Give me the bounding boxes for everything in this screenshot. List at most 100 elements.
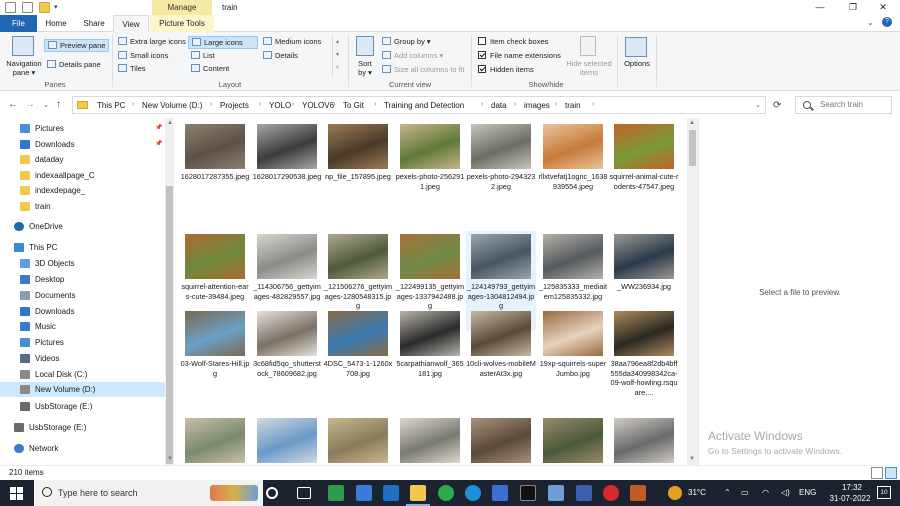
- breadcrumb-item[interactable]: This PC: [97, 101, 125, 110]
- help-icon[interactable]: ?: [882, 17, 892, 27]
- nav-item[interactable]: OneDrive: [0, 219, 165, 234]
- breadcrumb-chevron-icon[interactable]: ›: [374, 101, 376, 108]
- vscode-app-icon[interactable]: [492, 485, 508, 501]
- small-icons-button[interactable]: Small icons: [118, 51, 168, 60]
- temperature-text[interactable]: 31°C: [688, 488, 706, 497]
- breadcrumb-chevron-icon[interactable]: ›: [292, 101, 294, 108]
- photos-app-icon[interactable]: [548, 485, 564, 501]
- options-icon[interactable]: [625, 37, 647, 57]
- group-by-button[interactable]: Group by ▾: [382, 37, 431, 46]
- nav-item[interactable]: UsbStorage (E:): [0, 420, 165, 435]
- file-tile[interactable]: rllxtvefatj1ognc_1638939554.jpeg: [538, 121, 608, 221]
- file-tile[interactable]: [395, 415, 465, 465]
- file-tile[interactable]: [609, 415, 679, 465]
- nav-item[interactable]: Pictures 📌: [0, 121, 165, 136]
- nav-item[interactable]: Documents: [0, 288, 165, 303]
- quick-access-chevron-icon[interactable]: ▾: [54, 3, 58, 11]
- file-tile[interactable]: pexels-photo-2562911.jpeg: [395, 121, 465, 221]
- medium-icons-button[interactable]: Medium icons: [263, 37, 321, 46]
- task-view-icon[interactable]: [266, 487, 278, 499]
- breadcrumb-item[interactable]: Training and Detection: [384, 101, 464, 110]
- notification-count-badge[interactable]: 10: [877, 486, 891, 499]
- scroll-down-icon[interactable]: ▼: [689, 456, 695, 462]
- nav-item[interactable]: Desktop: [0, 272, 165, 287]
- large-icons-view-toggle-icon[interactable]: [885, 467, 897, 479]
- scroll-up-icon[interactable]: ▲: [689, 120, 695, 126]
- sheets-app-icon[interactable]: [328, 485, 344, 501]
- breadcrumb-item[interactable]: To Git: [343, 101, 364, 110]
- breadcrumb-item[interactable]: train: [565, 101, 581, 110]
- file-tile[interactable]: 38aa796ea8f2db4bff555da340998342ca-09-wo…: [609, 308, 679, 408]
- wifi-icon[interactable]: ◠: [762, 488, 769, 497]
- maximize-button[interactable]: ❐: [838, 0, 868, 15]
- breadcrumb-item[interactable]: data: [491, 101, 507, 110]
- details-view-toggle-icon[interactable]: [871, 467, 883, 479]
- tray-chevron-icon[interactable]: ⌃: [724, 488, 731, 497]
- file-tile[interactable]: 1628017290538.jpeg: [252, 121, 322, 221]
- explorer-photos-app-icon[interactable]: [356, 485, 372, 501]
- file-name-extensions-checkbox[interactable]: [478, 51, 486, 59]
- tiles-button[interactable]: Tiles: [118, 64, 146, 73]
- mail-app-icon[interactable]: [383, 485, 399, 501]
- tab-share[interactable]: Share: [75, 15, 113, 32]
- nav-item[interactable]: 3D Objects: [0, 256, 165, 271]
- nav-item[interactable]: Videos: [0, 351, 165, 366]
- volume-icon[interactable]: ◁): [781, 488, 790, 497]
- breadcrumb-chevron-icon[interactable]: ›: [333, 101, 335, 108]
- nav-item[interactable]: Downloads: [0, 304, 165, 319]
- search-highlight-icon[interactable]: [210, 485, 258, 501]
- file-tile[interactable]: [180, 415, 250, 465]
- preview-pane-button[interactable]: Preview pane: [44, 39, 110, 52]
- file-tile[interactable]: 19xp-squirrels-superJumbo.jpg: [538, 308, 608, 408]
- address-box[interactable]: This PC › New Volume (D:) › Projects › YOLO › YO…: [72, 96, 766, 114]
- breadcrumb-item[interactable]: YOLO: [269, 101, 291, 110]
- recorder-app-icon[interactable]: [603, 485, 619, 501]
- breadcrumb-chevron-icon[interactable]: ›: [210, 101, 212, 108]
- nav-item[interactable]: New Volume (D:): [0, 382, 165, 397]
- file-tile[interactable]: 10cli-wolves-mobileMasterAt3x.jpg: [466, 308, 536, 408]
- clock-date[interactable]: 31-07-2022: [822, 494, 878, 503]
- weather-icon[interactable]: [668, 486, 682, 500]
- edge-app-icon[interactable]: [465, 485, 481, 501]
- navigation-pane-scrollbar[interactable]: ▲ ▼: [165, 118, 174, 465]
- scroll-up-icon[interactable]: ▲: [167, 120, 173, 126]
- back-arrow-icon[interactable]: ←: [8, 99, 18, 110]
- file-tile[interactable]: squirrel-animal-cute-rodents-47547.jpeg: [609, 121, 679, 221]
- scroll-down-icon[interactable]: ▼: [167, 456, 173, 462]
- add-columns-button[interactable]: Add columns ▾: [382, 51, 443, 60]
- file-tile[interactable]: 03-Wolf-Stares-Hill.jpg: [180, 308, 250, 408]
- address-dropdown-chevron-icon[interactable]: ⌄: [755, 101, 761, 109]
- file-tile[interactable]: pexels-photo-2943232.jpeg: [466, 121, 536, 221]
- options-button[interactable]: Options: [622, 59, 652, 68]
- file-tile[interactable]: [323, 415, 393, 465]
- file-name-extensions-toggle[interactable]: File name extensions: [478, 51, 561, 60]
- layout-gallery-scroll[interactable]: ▴ ▾ ▿: [332, 36, 342, 76]
- manage-context-tab[interactable]: Manage: [152, 0, 212, 15]
- taskbar-search-box[interactable]: Type here to search: [34, 480, 263, 506]
- details-pane-button[interactable]: Details pane: [47, 60, 101, 69]
- tab-home[interactable]: Home: [37, 15, 75, 32]
- file-tile[interactable]: [252, 415, 322, 465]
- new-folder-quick-icon[interactable]: [39, 2, 50, 13]
- nav-item[interactable]: indexdepage_: [0, 183, 165, 198]
- breadcrumb-chevron-icon[interactable]: ›: [592, 101, 594, 108]
- sort-by-button[interactable]: Sort by ▾: [356, 59, 374, 77]
- breadcrumb-chevron-icon[interactable]: ›: [132, 101, 134, 108]
- app-icon[interactable]: [576, 485, 592, 501]
- tab-file[interactable]: File: [0, 15, 37, 32]
- minimize-button[interactable]: —: [805, 0, 835, 15]
- nav-item[interactable]: Pictures: [0, 335, 165, 350]
- breadcrumb-item[interactable]: images: [524, 101, 550, 110]
- nav-item[interactable]: This PC: [0, 240, 165, 255]
- nav-item[interactable]: UsbStorage (E:): [0, 399, 165, 414]
- breadcrumb-item[interactable]: Projects: [220, 101, 249, 110]
- file-tile[interactable]: 1628017287355.jpeg: [180, 121, 250, 221]
- hide-selected-items-button[interactable]: Hide selected items: [564, 59, 614, 77]
- breadcrumb-item[interactable]: YOLOV6: [302, 101, 334, 110]
- file-tile[interactable]: 3c68fid5qo_shutterstock_78609682.jpg: [252, 308, 322, 408]
- item-check-boxes-checkbox[interactable]: [478, 37, 486, 45]
- nav-item[interactable]: train: [0, 199, 165, 214]
- extra-large-icons-button[interactable]: Extra large icons: [118, 37, 186, 46]
- breadcrumb-chevron-icon[interactable]: ›: [481, 101, 483, 108]
- nav-item[interactable]: Downloads 📌: [0, 137, 165, 152]
